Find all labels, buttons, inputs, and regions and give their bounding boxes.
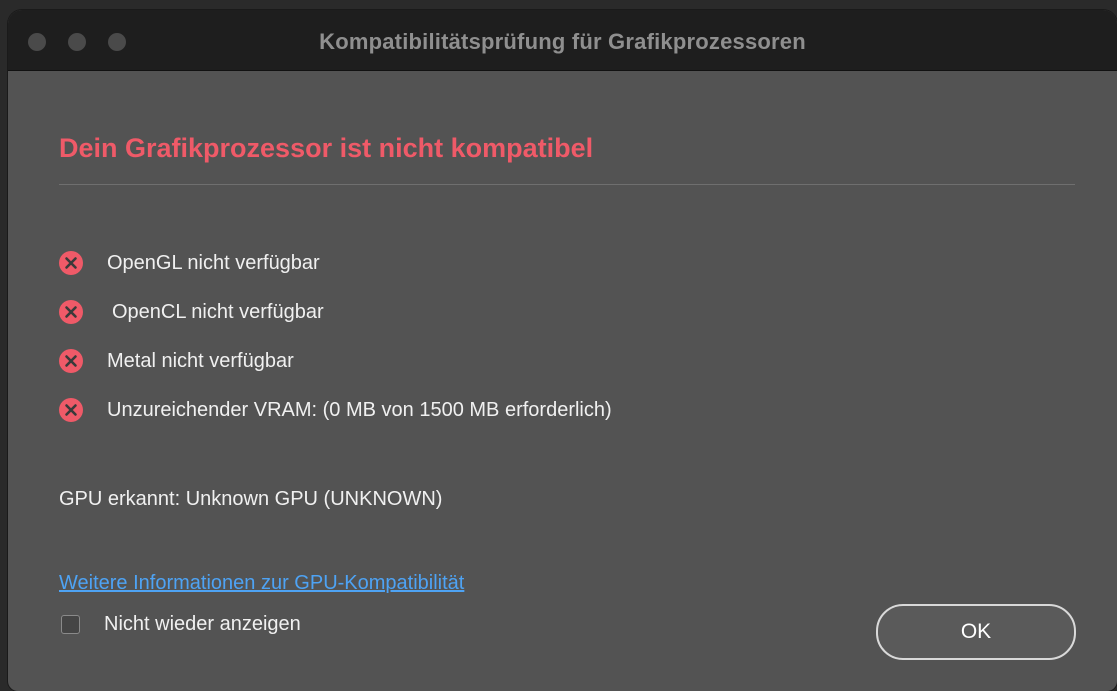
dont-show-again-option[interactable]: Nicht wieder anzeigen	[61, 613, 301, 636]
check-label: OpenCL nicht verfügbar	[112, 300, 324, 323]
check-label: Metal nicht verfügbar	[107, 349, 294, 372]
error-x-circle-icon	[59, 251, 83, 275]
ok-button[interactable]: OK	[876, 604, 1076, 660]
check-label: OpenGL nicht verfügbar	[107, 251, 320, 274]
incompatible-headline: Dein Grafikprozessor ist nicht kompatibe…	[59, 133, 594, 163]
check-item-vram: Unzureichender VRAM: (0 MB von 1500 MB e…	[59, 398, 612, 422]
window-title: Kompatibilitätsprüfung für Grafikprozess…	[319, 29, 806, 54]
check-item-opengl: OpenGL nicht verfügbar	[59, 251, 612, 275]
check-list: OpenGL nicht verfügbar OpenCL nicht verf…	[59, 251, 612, 447]
check-item-metal: Metal nicht verfügbar	[59, 349, 612, 373]
title-bar: Kompatibilitätsprüfung für Grafikprozess…	[8, 10, 1117, 71]
headline-divider	[59, 184, 1075, 185]
dont-show-again-label: Nicht wieder anzeigen	[104, 613, 301, 635]
dialog-window: Kompatibilitätsprüfung für Grafikprozess…	[8, 10, 1117, 691]
dont-show-again-checkbox[interactable]	[61, 615, 80, 634]
gpu-detected-text: GPU erkannt: Unknown GPU (UNKNOWN)	[59, 488, 443, 510]
error-x-circle-icon	[59, 349, 83, 373]
check-item-opencl: OpenCL nicht verfügbar	[59, 300, 612, 324]
error-x-circle-icon	[59, 398, 83, 422]
check-label: Unzureichender VRAM: (0 MB von 1500 MB e…	[107, 398, 612, 421]
error-x-circle-icon	[59, 300, 83, 324]
dialog-content: Dein Grafikprozessor ist nicht kompatibe…	[8, 71, 1117, 691]
gpu-compatibility-info-link[interactable]: Weitere Informationen zur GPU-Kompatibil…	[59, 572, 464, 595]
